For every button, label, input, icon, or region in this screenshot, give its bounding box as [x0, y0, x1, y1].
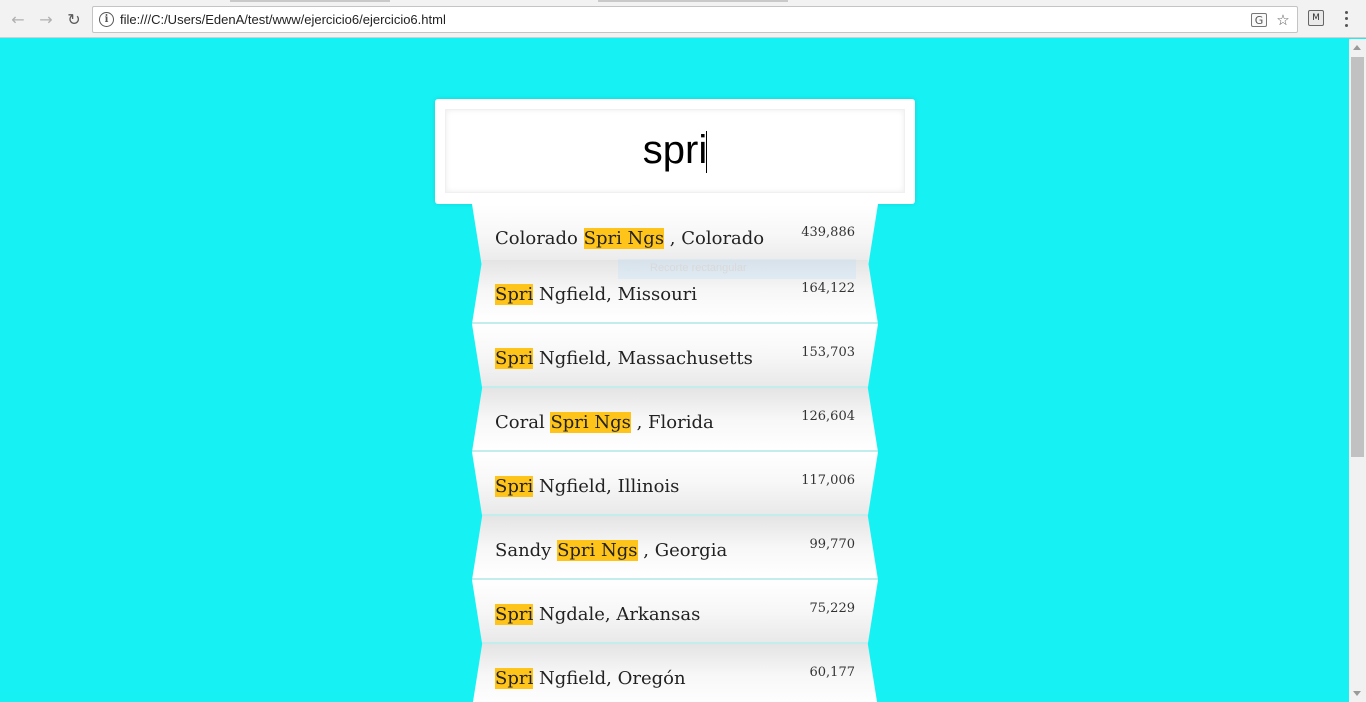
suggestion-name-suffix: , Georgia	[637, 540, 728, 561]
tab-edge	[230, 0, 390, 2]
suggestion-item[interactable]: Spri Ngfield, Oregón 60,177	[472, 644, 878, 702]
suggestion-match-highlight: Spri Ngs	[550, 412, 631, 433]
snip-overlay-dot-icon	[626, 266, 631, 271]
translate-icon[interactable]: G	[1251, 13, 1267, 27]
suggestion-name-suffix: Ngfield, Missouri	[533, 284, 698, 305]
forward-icon[interactable]: →	[36, 9, 56, 29]
suggestion-population: 99,770	[809, 537, 856, 552]
reload-icon[interactable]: ↻	[64, 9, 84, 29]
suggestion-match-highlight: Spri	[495, 476, 534, 497]
scroll-thumb[interactable]	[1351, 57, 1364, 457]
suggestion-population: 126,604	[801, 409, 855, 424]
suggestion-population: 75,229	[809, 601, 856, 616]
suggestion-item[interactable]: Spri Ngdale, Arkansas 75,229	[472, 580, 878, 644]
search-form: spri	[435, 99, 915, 204]
suggestion-name: Spri Ngfield, Missouri	[495, 284, 697, 305]
text-caret	[706, 131, 707, 173]
suggestion-match-highlight: Spri	[495, 604, 534, 625]
suggestion-name-suffix: Ngfield, Massachusetts	[533, 348, 753, 369]
suggestion-name: Sandy Spri Ngs , Georgia	[495, 540, 727, 561]
suggestion-population: 60,177	[809, 665, 856, 680]
address-bar[interactable]: i file:///C:/Users/EdenA/test/www/ejerci…	[92, 6, 1298, 33]
snip-overlay-label: Recorte rectangular	[618, 259, 856, 279]
suggestion-match-highlight: Spri Ngs	[583, 228, 665, 249]
scroll-up-icon[interactable]	[1353, 45, 1361, 50]
vertical-scrollbar[interactable]	[1349, 39, 1366, 702]
suggestion-population: 153,703	[801, 345, 855, 360]
suggestion-population: 117,006	[801, 473, 855, 488]
suggestion-match-highlight: Spri Ngs	[557, 540, 638, 561]
search-input[interactable]: spri	[445, 109, 905, 193]
suggestion-name: Spri Ngfield, Illinois	[495, 476, 679, 497]
suggestion-name-suffix: Ngfield, Illinois	[533, 476, 680, 497]
suggestion-name-suffix: , Colorado	[664, 228, 765, 249]
menu-icon[interactable]	[1340, 9, 1352, 29]
extension-icon[interactable]: M	[1308, 10, 1324, 26]
browser-toolbar: ← → ↻ i file:///C:/Users/EdenA/test/www/…	[0, 0, 1366, 38]
address-url[interactable]: file:///C:/Users/EdenA/test/www/ejercici…	[120, 12, 446, 27]
suggestion-name-prefix: Coral	[495, 412, 551, 433]
tab-edge	[598, 0, 788, 2]
suggestion-name: Colorado Spri Ngs , Colorado	[495, 228, 764, 249]
scroll-down-icon[interactable]	[1353, 691, 1361, 696]
suggestion-name: Spri Ngfield, Massachusetts	[495, 348, 753, 369]
suggestion-name-prefix: Colorado	[495, 228, 584, 249]
suggestion-item[interactable]: Spri Ngfield, Illinois 117,006	[472, 452, 878, 516]
suggestion-item[interactable]: Spri Ngfield, Massachusetts 153,703	[472, 324, 878, 388]
suggestion-name: Spri Ngdale, Arkansas	[495, 604, 700, 625]
suggestion-name-suffix: , Florida	[630, 412, 714, 433]
suggestion-name: Spri Ngfield, Oregón	[495, 668, 686, 689]
bookmark-star-icon[interactable]: ☆	[1274, 11, 1292, 29]
suggestion-name: Coral Spri Ngs , Florida	[495, 412, 714, 433]
info-icon[interactable]: i	[99, 12, 114, 27]
suggestion-match-highlight: Spri	[495, 668, 534, 689]
suggestion-item[interactable]: Coral Spri Ngs , Florida 126,604	[472, 388, 878, 452]
suggestion-match-highlight: Spri	[495, 284, 534, 305]
suggestion-name-suffix: Ngdale, Arkansas	[533, 604, 701, 625]
suggestion-population: 164,122	[801, 281, 855, 296]
suggestion-name-suffix: Ngfield, Oregón	[533, 668, 686, 689]
suggestion-name-prefix: Sandy	[495, 540, 558, 561]
suggestion-population: 439,886	[801, 225, 855, 240]
back-icon[interactable]: ←	[8, 9, 28, 29]
suggestion-match-highlight: Spri	[495, 348, 534, 369]
suggestion-item[interactable]: Sandy Spri Ngs , Georgia 99,770	[472, 516, 878, 580]
